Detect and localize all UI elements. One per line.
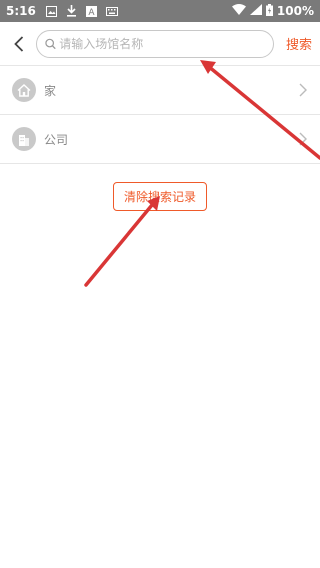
signal-icon [249,4,262,18]
list-item-label: 公司 [44,132,69,147]
chevron-right-icon [299,83,307,97]
chevron-left-icon [14,35,24,52]
image-icon [46,5,58,17]
search-input[interactable] [59,36,265,51]
status-time: 5:16 [6,4,36,18]
address-list: 家 公司 [0,66,320,164]
wifi-icon [231,4,246,18]
search-box[interactable] [36,29,274,58]
search-header: 搜索 [0,22,320,66]
list-item-label: 家 [44,83,57,98]
search-icon [45,38,56,49]
a-icon: A [86,5,98,17]
status-bar: 5:16 A 100% [0,0,320,22]
battery-icon [265,3,273,19]
battery-percent: 100% [276,4,314,18]
svg-text:A: A [89,8,96,17]
building-icon [12,127,36,151]
chevron-right-icon [299,132,307,146]
home-icon [12,78,36,102]
clear-wrap: 清除搜索记录 [0,182,320,211]
keyboard-icon [105,5,118,17]
clear-history-button[interactable]: 清除搜索记录 [112,182,207,211]
search-button[interactable]: 搜索 [286,34,312,53]
list-item-company[interactable]: 公司 [0,115,320,164]
list-item-home[interactable]: 家 [0,66,320,115]
download-icon [66,5,78,17]
back-button[interactable] [8,29,30,59]
